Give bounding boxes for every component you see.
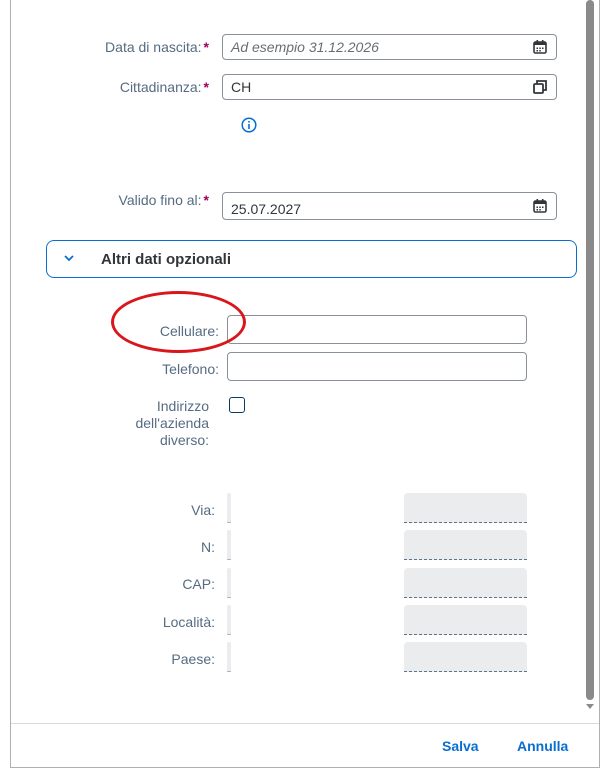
number-field — [227, 530, 231, 560]
scrollbar[interactable] — [586, 0, 594, 709]
city-field — [227, 605, 231, 635]
info-icon[interactable] — [241, 117, 257, 133]
phone-input[interactable] — [227, 352, 527, 381]
valid-until-input[interactable]: 25.07.2027 — [222, 192, 557, 220]
value-help-icon[interactable] — [532, 79, 548, 95]
birth-date-input[interactable]: Ad esempio 31.12.2026 — [222, 34, 557, 60]
street-label: Via: — [191, 502, 215, 518]
section-title: Altri dati opzionali — [101, 251, 231, 268]
street-number-field — [404, 493, 527, 523]
required-marker: * — [203, 79, 209, 95]
valid-until-label: Valido fino al: * — [118, 192, 209, 208]
citizenship-label: Cittadinanza: * — [119, 79, 209, 95]
required-marker: * — [203, 192, 209, 208]
country-field — [227, 642, 231, 672]
number-field-right — [404, 530, 527, 560]
birth-date-label: Data di nascita: * — [105, 39, 209, 55]
scroll-down-arrow-icon[interactable] — [586, 704, 594, 709]
phone-label: Telefono: — [162, 361, 219, 377]
cancel-button[interactable]: Annulla — [517, 738, 568, 754]
zip-field — [227, 568, 231, 598]
country-label: Paese: — [171, 651, 215, 667]
city-label: Località: — [162, 614, 215, 630]
different-address-label: Indirizzo dell'azienda diverso: — [135, 398, 209, 448]
number-label: N: — [201, 539, 215, 555]
dialog-footer: Salva Annulla — [11, 723, 599, 767]
required-marker: * — [203, 39, 209, 55]
mobile-input[interactable] — [227, 315, 527, 344]
dialog: Data di nascita: * Ad esempio 31.12.2026 … — [10, 0, 600, 768]
scrollbar-thumb[interactable] — [586, 0, 594, 700]
city-field-right — [404, 605, 527, 635]
calendar-icon[interactable] — [532, 198, 548, 214]
zip-label: CAP: — [182, 576, 215, 592]
citizenship-input[interactable]: CH — [222, 74, 557, 100]
annotation-circle — [111, 291, 246, 353]
optional-section-header[interactable]: Altri dati opzionali — [46, 240, 577, 278]
zip-field-right — [404, 568, 527, 598]
street-field — [227, 493, 231, 523]
different-address-checkbox[interactable] — [229, 397, 245, 413]
save-button[interactable]: Salva — [442, 738, 479, 754]
country-field-right — [404, 642, 527, 672]
chevron-down-icon[interactable] — [63, 252, 75, 264]
calendar-icon[interactable] — [532, 39, 548, 55]
